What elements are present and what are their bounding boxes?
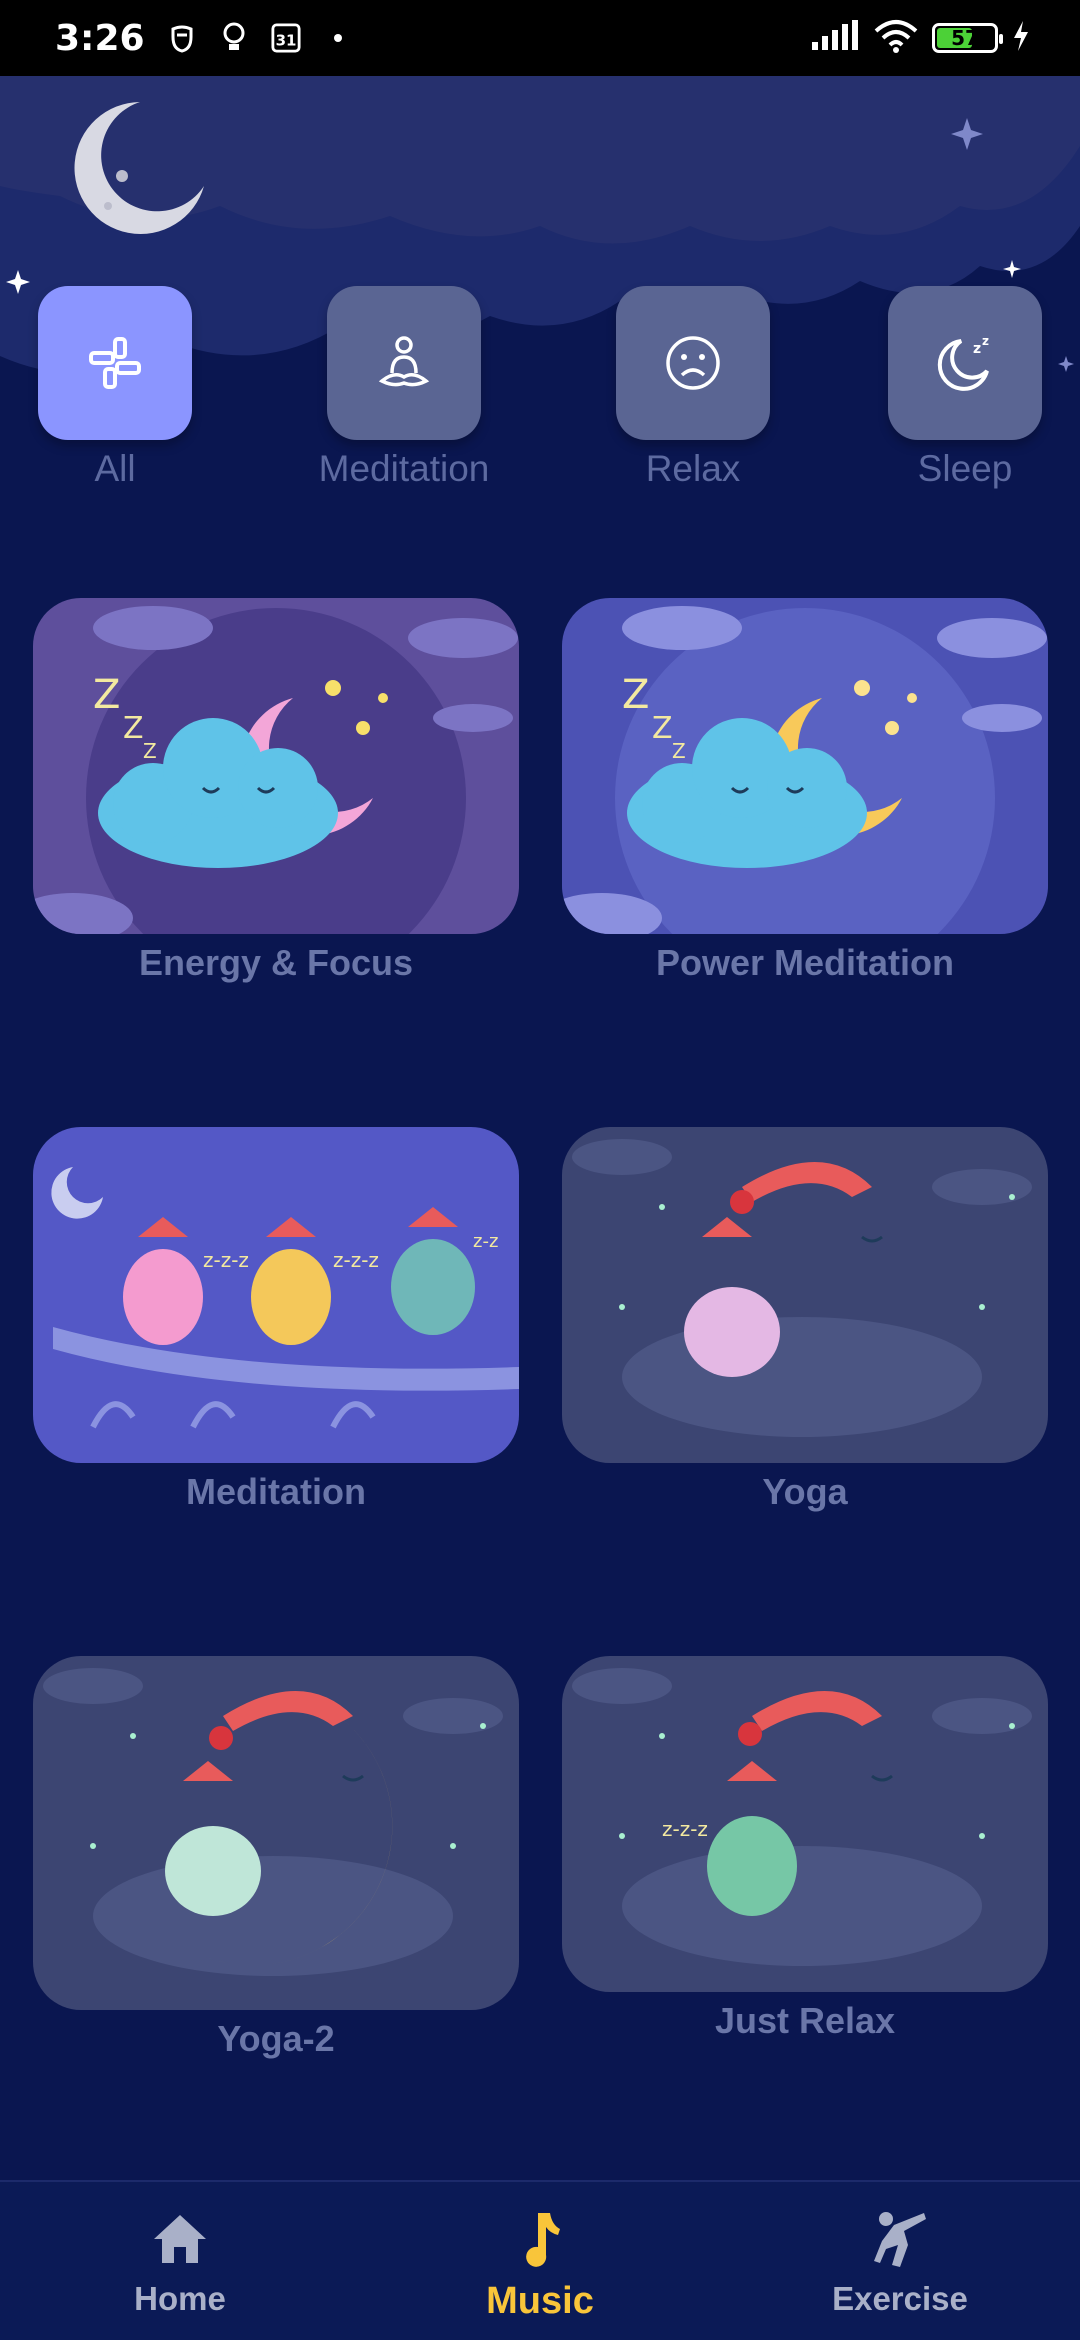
nav-label: Home (134, 2280, 226, 2317)
card-title: Meditation (186, 1471, 366, 1512)
bottom-navigation: Home Music Exercise (0, 2180, 1080, 2340)
home-icon (80, 2204, 280, 2274)
status-notification-icons: 31 (167, 21, 353, 55)
svg-text:Z: Z (123, 711, 144, 746)
mask-icon (167, 21, 197, 55)
card-just-relax[interactable]: z-z-z Just Relax (562, 1656, 1048, 2042)
category-sleep-tile[interactable]: z z (888, 286, 1042, 440)
sleeping-cloud-illustration: Z Z Z (562, 598, 1048, 934)
category-meditation-tile[interactable] (327, 286, 481, 440)
moon-bird-illustration (562, 1127, 1048, 1463)
card-title: Just Relax (714, 2000, 896, 2041)
status-bar: 3:26 31 57 (0, 0, 1080, 76)
svg-text:Z: Z (652, 711, 673, 746)
calendar-icon: 31 (271, 21, 301, 55)
svg-text:z-z-z: z-z-z (203, 1248, 249, 1272)
lightbulb-icon (219, 21, 249, 55)
moon-sleep-icon: z z (937, 334, 989, 391)
card-yoga[interactable]: Yoga (562, 1127, 1048, 1513)
card-image[interactable]: z-z-z z-z-z z-z (33, 1127, 519, 1463)
card-energy-focus[interactable]: Z Z Z Energy & Focus (33, 598, 519, 984)
category-label: Relax (645, 448, 741, 489)
martial-arts-icon (800, 2204, 1000, 2274)
card-yoga-2[interactable]: Yoga-2 (33, 1656, 519, 2060)
card-title: Energy & Focus (138, 942, 414, 983)
category-sleep[interactable]: z z Sleep (875, 286, 1055, 490)
svg-text:Z: Z (143, 739, 157, 763)
card-image[interactable]: Z Z Z (562, 598, 1048, 934)
card-image[interactable]: Z Z Z (33, 598, 519, 934)
svg-text:Z: Z (622, 672, 649, 718)
category-selector: All Meditation Relax z z Sleep (0, 286, 1080, 496)
nav-label: Exercise (832, 2280, 968, 2317)
svg-text:z-z-z: z-z-z (333, 1248, 379, 1272)
meditation-icon (378, 336, 430, 387)
category-label: Meditation (318, 448, 490, 489)
wifi-icon (874, 19, 918, 58)
sleeping-cloud-illustration: Z Z Z (33, 598, 519, 934)
dashboard-icon (89, 337, 141, 389)
category-relax[interactable]: Relax (603, 286, 783, 490)
nav-label: Music (486, 2280, 594, 2322)
card-image[interactable] (33, 1656, 519, 2010)
category-label: All (94, 448, 136, 489)
signal-icon (810, 19, 860, 57)
music-note-icon (440, 2204, 640, 2274)
battery-level: 57 (951, 26, 979, 50)
card-meditation[interactable]: z-z-z z-z-z z-z Meditation (33, 1127, 519, 1513)
card-image[interactable]: z-z-z (562, 1656, 1048, 1992)
nav-music[interactable]: Music (440, 2204, 640, 2323)
svg-text:Z: Z (672, 739, 686, 763)
category-all-tile[interactable] (38, 286, 192, 440)
svg-text:z: z (982, 334, 989, 348)
svg-text:z-z-z: z-z-z (662, 1817, 708, 1841)
category-all[interactable]: All (25, 286, 205, 490)
svg-text:z-z: z-z (473, 1231, 498, 1252)
status-time: 3:26 (55, 17, 145, 59)
nav-home[interactable]: Home (80, 2204, 280, 2318)
sad-face-icon (666, 336, 720, 390)
category-meditation[interactable]: Meditation (314, 286, 494, 490)
dot-icon (323, 21, 353, 55)
category-label: Sleep (917, 448, 1013, 489)
card-power-meditation[interactable]: Z Z Z Power Meditation (562, 598, 1048, 984)
category-relax-tile[interactable] (616, 286, 770, 440)
svg-text:z: z (973, 341, 981, 357)
sleeping-owls-illustration: z-z-z z-z-z z-z (33, 1127, 519, 1463)
card-image[interactable] (562, 1127, 1048, 1463)
nav-exercise[interactable]: Exercise (800, 2204, 1000, 2318)
moon-bird-illustration (33, 1656, 519, 2010)
card-title: Yoga (762, 1471, 848, 1512)
svg-text:Z: Z (93, 672, 120, 718)
card-title: Yoga-2 (217, 2018, 335, 2059)
moon-owl-illustration: z-z-z (562, 1656, 1048, 1992)
svg-text:31: 31 (275, 32, 296, 50)
charging-icon (1012, 20, 1030, 56)
battery-icon: 57 (932, 23, 1003, 53)
card-title: Power Meditation (655, 942, 955, 983)
